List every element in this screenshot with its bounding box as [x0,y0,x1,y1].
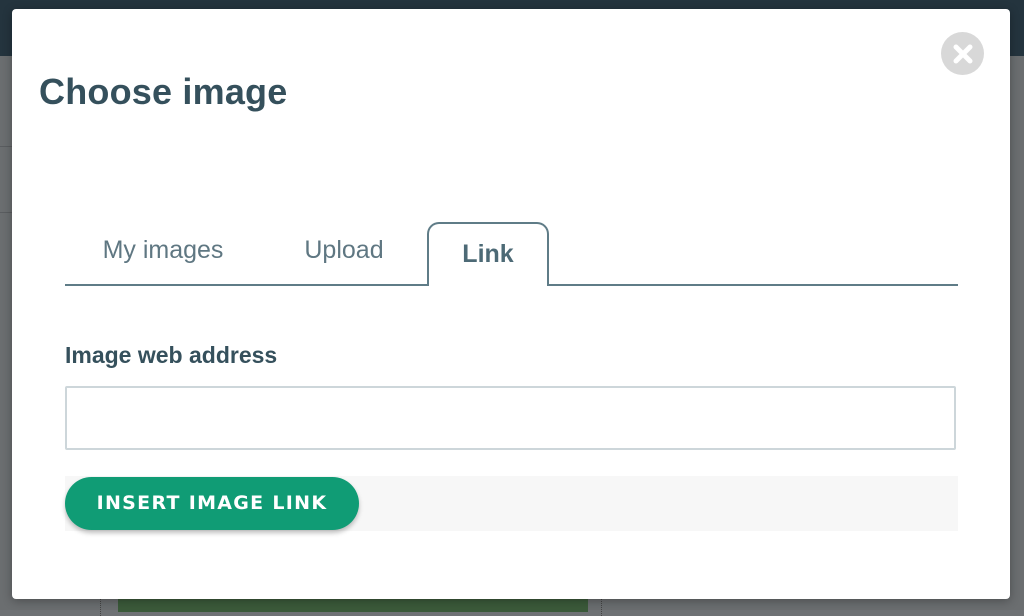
tab-link[interactable]: Link [427,222,549,288]
choose-image-dialog: Choose image My images Upload Link Image… [12,9,1010,599]
tab-upload[interactable]: Upload [275,222,413,284]
insert-image-link-button[interactable]: INSERT IMAGE LINK [65,477,359,530]
tab-my-images[interactable]: My images [65,222,261,284]
dialog-title: Choose image [39,71,288,112]
image-web-address-label: Image web address [65,342,278,368]
dialog-action-bar: INSERT IMAGE LINK [65,476,958,531]
image-url-input[interactable] [65,386,956,450]
close-icon [953,44,972,63]
background-divider [0,212,12,213]
close-button[interactable] [941,32,984,75]
background-divider [0,146,12,147]
image-source-tabs: My images Upload Link [65,222,958,288]
